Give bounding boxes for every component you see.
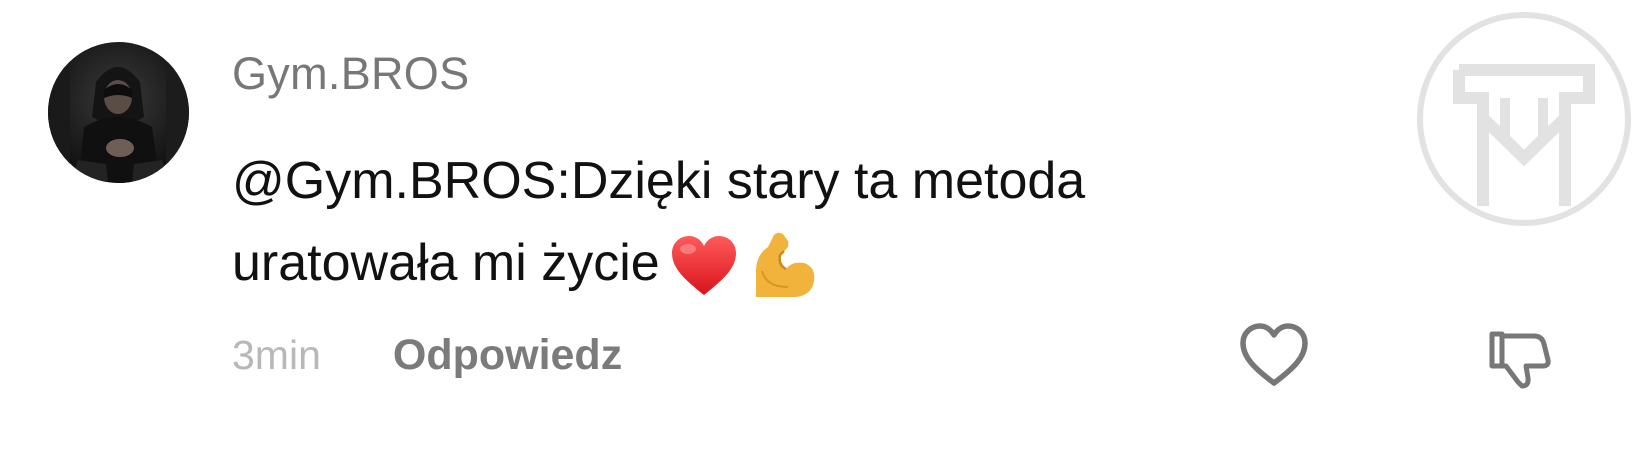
heart-outline-icon[interactable] xyxy=(1238,322,1310,388)
comment-text-line-2-text: uratowała mi życie xyxy=(232,234,660,292)
comment-text: @Gym.BROS:Dzięki stary ta metoda uratowa… xyxy=(232,140,1292,304)
red-heart-emoji xyxy=(670,235,738,297)
comment-text-line-1: @Gym.BROS:Dzięki stary ta metoda xyxy=(232,152,1086,210)
comment-meta: 3min Odpowiedz xyxy=(232,325,622,385)
watermark-logo xyxy=(1413,8,1635,230)
flexed-biceps-emoji xyxy=(748,231,818,301)
comment-timestamp: 3min xyxy=(232,331,321,378)
avatar[interactable] xyxy=(48,42,189,183)
comment-item: Gym.BROS @Gym.BROS:Dzięki stary ta metod… xyxy=(0,0,1644,450)
comment-author[interactable]: Gym.BROS xyxy=(232,48,469,100)
reply-button[interactable]: Odpowiedz xyxy=(393,331,622,380)
comment-text-line-2: uratowała mi życie xyxy=(232,222,1292,304)
thumbs-down-icon[interactable] xyxy=(1488,330,1554,390)
